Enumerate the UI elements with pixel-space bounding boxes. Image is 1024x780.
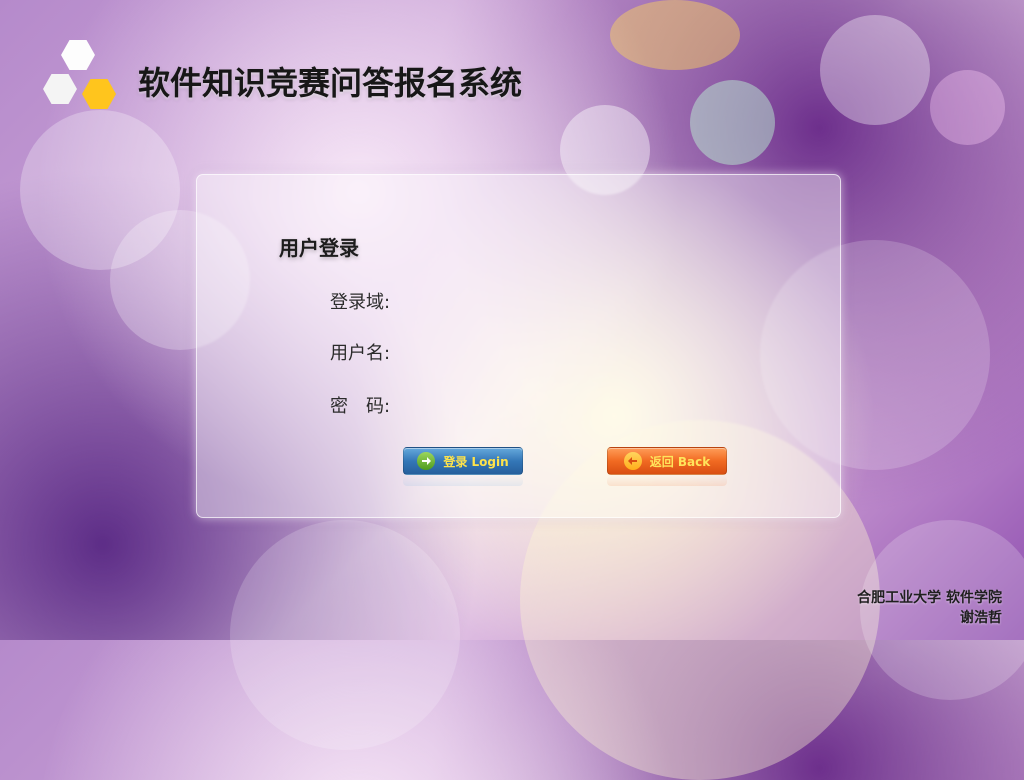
background-bokeh-circle [930,70,1005,145]
login-button-label: 登录 Login [443,454,509,469]
login-panel: 用户登录 登录域: 用户名: 密 码: 登录 Login 返回 Back [196,174,841,518]
login-domain-row: 登录域: [330,289,643,313]
login-panel-title: 用户登录 [279,236,359,260]
username-label: 用户名: [330,343,391,364]
login-domain-input[interactable] [398,289,643,313]
background-bokeh-circle [20,110,180,270]
green-arrow-right-icon [417,452,436,470]
hexagon-logo-icon [82,79,116,109]
footer-credit: 合肥工业大学 软件学院 谢浩哲 [857,588,1002,628]
background-bokeh-circle [690,80,775,165]
background-bokeh-circle [820,15,930,125]
back-button[interactable]: 返回 Back [607,447,727,475]
login-button-reflection [403,476,523,486]
footer-organization: 合肥工业大学 软件学院 [857,590,1002,606]
username-row: 用户名: [330,340,643,364]
back-button-reflection [607,476,727,486]
password-label: 密 码: [330,396,391,417]
footer-author: 谢浩哲 [960,610,1002,626]
yellow-arrow-left-icon [623,452,642,470]
password-row: 密 码: [330,393,643,417]
login-domain-label: 登录域: [330,292,391,313]
background-bokeh-circle [230,520,460,750]
back-button-label: 返回 Back [649,454,711,469]
page-title: 软件知识竞赛问答报名系统 [138,64,523,102]
login-button[interactable]: 登录 Login [403,447,523,475]
hexagon-logo-icon [43,74,77,104]
background-bokeh-circle [610,0,740,70]
password-input[interactable] [398,393,643,417]
hexagon-logo-icon [61,40,95,70]
brand-logo [38,38,124,118]
username-input[interactable] [398,340,643,364]
